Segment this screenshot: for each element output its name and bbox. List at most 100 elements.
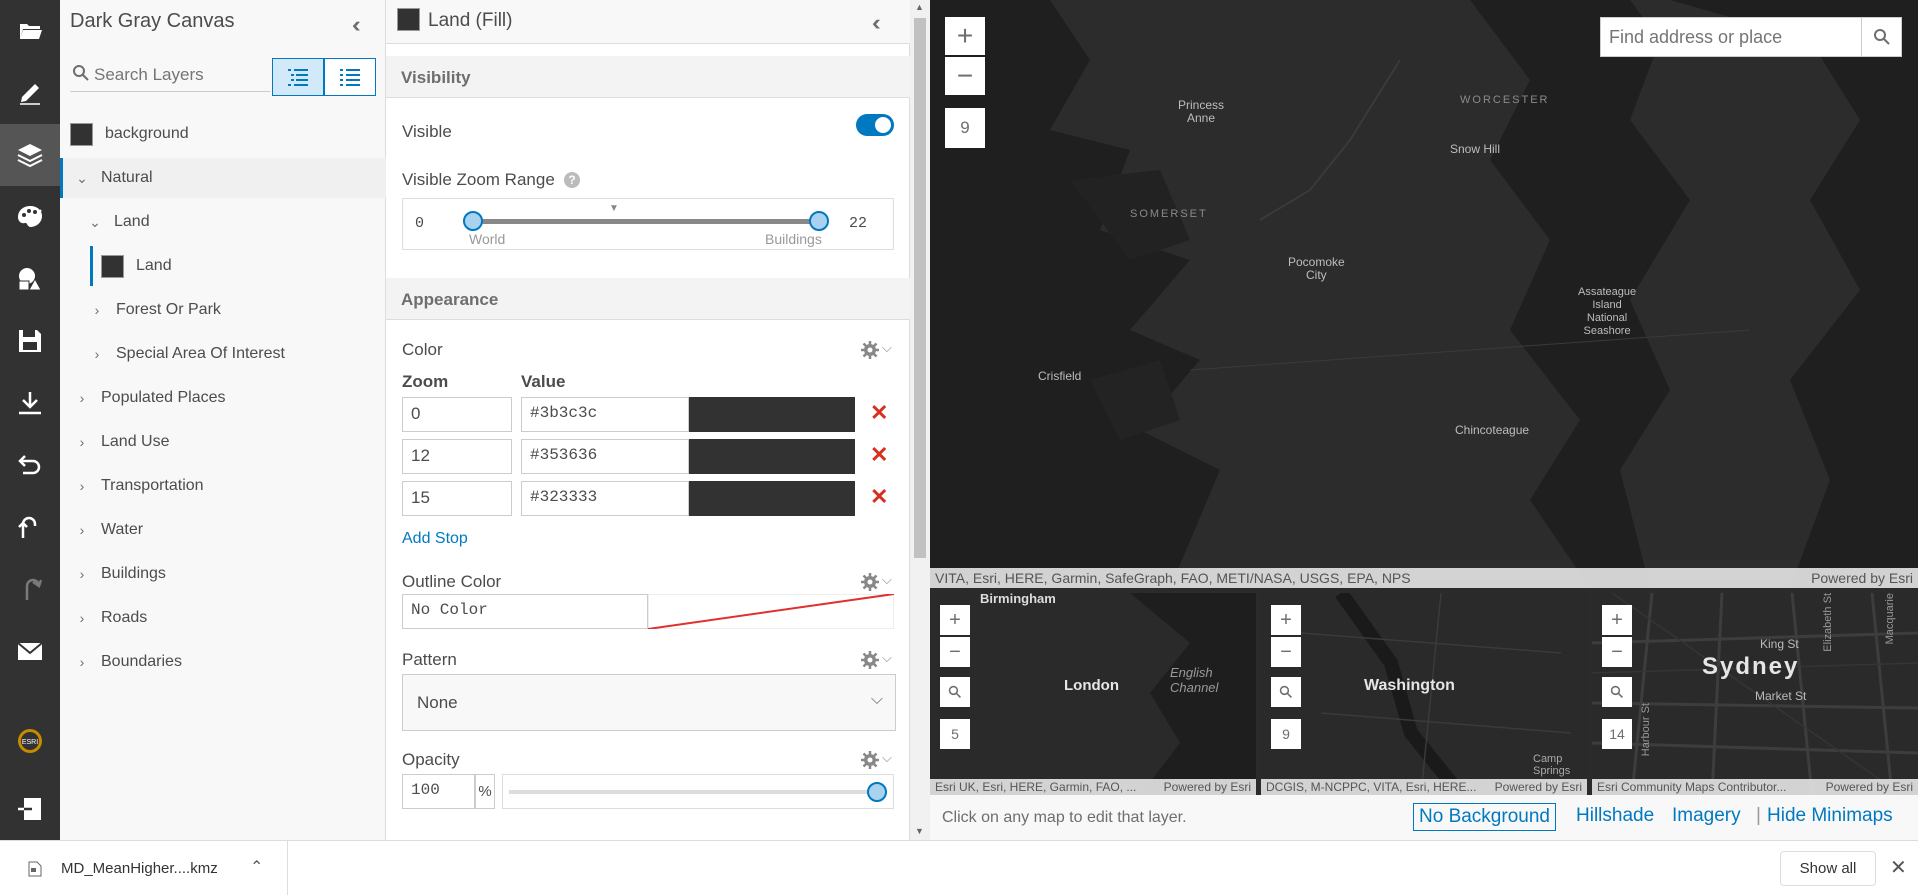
zoom-in-button[interactable]: + xyxy=(1271,605,1301,635)
outline-color-input[interactable]: No Color xyxy=(402,594,648,629)
close-icon[interactable]: ✕ xyxy=(1890,855,1907,880)
hide-minimaps-button[interactable]: Hide Minimaps xyxy=(1767,805,1893,827)
no-background-button[interactable]: No Background xyxy=(1413,803,1556,831)
scroll-down-icon[interactable]: ▼ xyxy=(915,826,924,836)
layers-button[interactable] xyxy=(0,124,60,186)
open-button[interactable] xyxy=(0,0,60,62)
hillshade-button[interactable]: Hillshade xyxy=(1576,805,1654,827)
no-color-swatch[interactable] xyxy=(648,594,894,629)
search-button[interactable] xyxy=(940,677,970,707)
mail-button[interactable] xyxy=(0,620,60,682)
layer-item-roads[interactable]: › Roads xyxy=(60,598,386,638)
layer-item-transportation[interactable]: › Transportation xyxy=(60,466,386,506)
add-stop-link[interactable]: Add Stop xyxy=(402,530,468,548)
collapse-layers-button[interactable]: ‹‹ xyxy=(352,12,360,38)
esri-logo[interactable]: ESRI xyxy=(0,710,60,772)
gear-icon[interactable] xyxy=(860,650,880,670)
undo-history-icon xyxy=(18,455,41,475)
map-attribution: VITA, Esri, HERE, Garmin, SafeGraph, FAO… xyxy=(930,568,1918,588)
chevron-down-icon[interactable]: ⌵ xyxy=(882,340,892,356)
stop-color-input[interactable]: #353636 xyxy=(521,439,689,474)
search-button[interactable] xyxy=(1602,677,1632,707)
layer-item-boundaries[interactable]: › Boundaries xyxy=(60,642,386,682)
stop-color-swatch[interactable] xyxy=(689,481,855,516)
layer-item-land-group[interactable]: ⌄ Land xyxy=(60,202,386,242)
layer-item-special-area[interactable]: › Special Area Of Interest xyxy=(60,334,386,374)
palette-button[interactable] xyxy=(0,186,60,248)
layer-item-populated-places[interactable]: › Populated Places xyxy=(60,378,386,418)
chevron-down-icon[interactable]: ⌵ xyxy=(882,572,892,588)
minimap-london[interactable]: + − 5 Birmingham London English Channel … xyxy=(930,593,1256,795)
zoom-out-button[interactable]: − xyxy=(1271,637,1301,667)
editor-scrollbar[interactable]: ▲ ▼ xyxy=(910,0,930,840)
stop-color-input[interactable]: #3b3c3c xyxy=(521,397,689,432)
imagery-button[interactable]: Imagery xyxy=(1672,805,1741,827)
scroll-up-icon[interactable]: ▲ xyxy=(915,2,924,12)
redo-button[interactable] xyxy=(0,558,60,620)
opacity-input[interactable]: 100 xyxy=(402,774,475,809)
zoom-max-handle[interactable] xyxy=(809,211,829,231)
layer-item-land-use[interactable]: › Land Use xyxy=(60,422,386,462)
pattern-select[interactable]: None ⌵ xyxy=(402,674,896,731)
zoom-out-button[interactable]: − xyxy=(945,57,985,95)
zoom-out-button[interactable]: − xyxy=(1602,637,1632,667)
layer-item-water[interactable]: › Water xyxy=(60,510,386,550)
edit-button[interactable] xyxy=(0,62,60,124)
map-search-input[interactable] xyxy=(1601,18,1861,56)
visibility-section-header[interactable]: Visibility xyxy=(386,56,910,98)
main-map[interactable]: + − 9 Princess Anne WORCESTER Snow Hill … xyxy=(930,0,1918,588)
layer-item-background[interactable]: background xyxy=(60,114,386,154)
help-icon[interactable]: ? xyxy=(564,172,580,188)
powered-by-text[interactable]: Powered by Esri xyxy=(1164,780,1251,794)
search-layers-input[interactable] xyxy=(94,62,264,88)
stop-color-swatch[interactable] xyxy=(689,439,855,474)
remove-stop-icon[interactable]: ✕ xyxy=(870,400,888,426)
view-list-button[interactable] xyxy=(324,58,376,96)
remove-stop-icon[interactable]: ✕ xyxy=(870,484,888,510)
scrollbar-thumb[interactable] xyxy=(914,18,926,558)
layer-item-forest-or-park[interactable]: › Forest Or Park xyxy=(60,290,386,330)
shapes-button[interactable] xyxy=(0,248,60,310)
chevron-up-icon[interactable]: ⌃ xyxy=(250,857,263,877)
save-button[interactable] xyxy=(0,310,60,372)
opacity-slider-handle[interactable] xyxy=(867,782,887,802)
stop-zoom-input[interactable]: 12 xyxy=(402,439,512,474)
stop-zoom-input[interactable]: 0 xyxy=(402,397,512,432)
map-search-button[interactable] xyxy=(1861,18,1901,56)
view-detailed-list-button[interactable] xyxy=(272,58,324,96)
layer-item-land-fill[interactable]: Land xyxy=(60,246,386,286)
zoom-in-button[interactable]: + xyxy=(945,17,985,55)
remove-stop-icon[interactable]: ✕ xyxy=(870,442,888,468)
download-item[interactable]: MD_MeanHigher....kmz ⌃ xyxy=(0,841,288,895)
appearance-section-header[interactable]: Appearance xyxy=(386,278,910,320)
undo-button[interactable] xyxy=(0,496,60,558)
layer-item-natural[interactable]: ⌄ Natural xyxy=(60,158,386,198)
visible-toggle[interactable] xyxy=(856,114,894,136)
stop-color-input[interactable]: #323333 xyxy=(521,481,689,516)
chevron-down-icon[interactable]: ⌵ xyxy=(882,750,892,766)
search-button[interactable] xyxy=(1271,677,1301,707)
zoom-out-button[interactable]: − xyxy=(940,637,970,667)
gear-icon[interactable] xyxy=(860,750,880,770)
layer-item-buildings[interactable]: › Buildings xyxy=(60,554,386,594)
stop-color-swatch[interactable] xyxy=(689,397,855,432)
revert-button[interactable] xyxy=(0,434,60,496)
powered-by-text[interactable]: Powered by Esri xyxy=(1826,780,1913,794)
download-button[interactable] xyxy=(0,372,60,434)
gear-icon[interactable] xyxy=(860,572,880,592)
stop-zoom-input[interactable]: 15 xyxy=(402,481,512,516)
chevron-down-icon[interactable]: ⌵ xyxy=(882,650,892,666)
powered-by-text[interactable]: Powered by Esri xyxy=(1811,570,1913,586)
exit-button[interactable] xyxy=(0,778,60,840)
zoom-min-handle[interactable] xyxy=(463,211,483,231)
gear-icon[interactable] xyxy=(860,340,880,360)
zoom-in-button[interactable]: + xyxy=(940,605,970,635)
show-all-button[interactable]: Show all xyxy=(1780,851,1876,886)
zoom-in-button[interactable]: + xyxy=(1602,605,1632,635)
opacity-slider[interactable] xyxy=(502,774,894,809)
collapse-editor-button[interactable]: ‹‹ xyxy=(872,10,880,36)
minimap-washington[interactable]: + − 9 Washington Camp Springs DCGIS, M-N… xyxy=(1261,593,1587,795)
map-footer: Click on any map to edit that layer. No … xyxy=(930,795,1918,840)
powered-by-text[interactable]: Powered by Esri xyxy=(1495,780,1582,794)
minimap-sydney[interactable]: + − 14 Sydney King St Market St Elizabet… xyxy=(1592,593,1918,795)
